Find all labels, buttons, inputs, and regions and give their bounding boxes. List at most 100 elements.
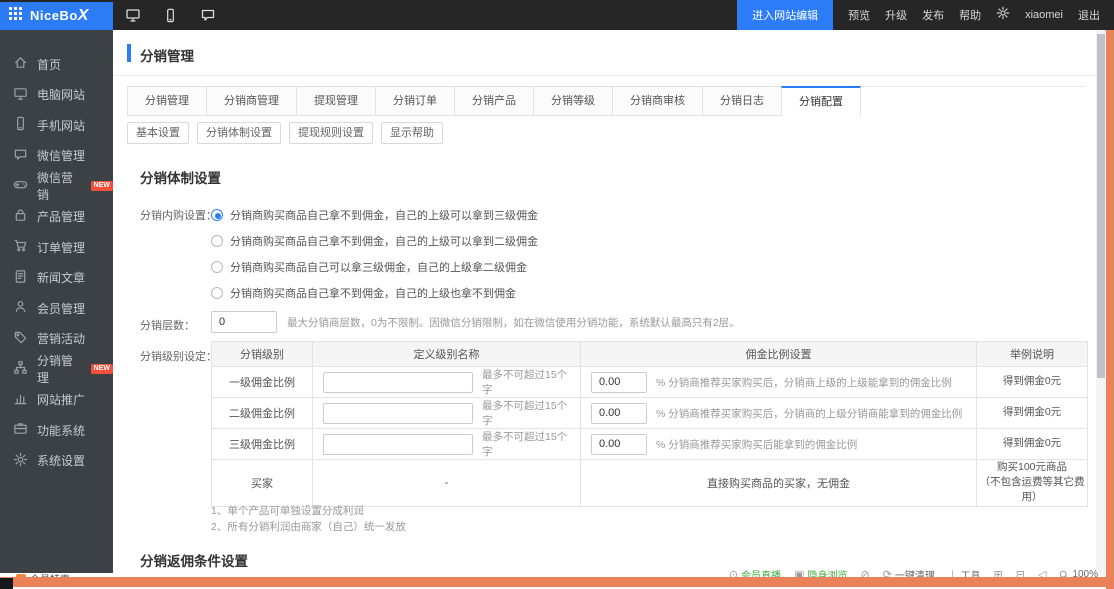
logout-link[interactable]: 退出 — [1078, 7, 1100, 23]
chat-bubble-icon — [13, 147, 28, 165]
tab-distribution[interactable]: 分销管理 — [127, 86, 207, 116]
sidebar-item-label: 产品管理 — [37, 208, 85, 225]
publish-link[interactable]: 发布 — [922, 7, 944, 23]
level-name-input-2[interactable] — [323, 403, 473, 424]
sidebar-item-marketing-activities[interactable]: 营销活动 — [0, 324, 113, 355]
sidebar-item-member-management[interactable]: 会员管理 — [0, 293, 113, 324]
buyer-example-cell: 购买100元商品 （不包含运费等其它费用） — [977, 460, 1088, 507]
sidebar-item-system-settings[interactable]: 系统设置 — [0, 446, 113, 477]
name-hint: 最多不可超过15个字 — [482, 367, 570, 397]
frame-right-strip — [1106, 0, 1114, 589]
level-name-input-1[interactable] — [323, 372, 473, 393]
main-content: 分销管理 分销管理 分销商管理 提现管理 分销订单 分销产品 分销等级 分销商审… — [113, 30, 1096, 576]
radio-icon — [211, 209, 223, 221]
preview-link[interactable]: 预览 — [848, 7, 870, 23]
sidebar-item-label: 订单管理 — [37, 239, 85, 256]
sidebar-item-distribution-management[interactable]: 分销管理 NEW — [0, 354, 113, 385]
layer-count-input[interactable] — [211, 311, 277, 333]
rate-input-3[interactable] — [591, 434, 647, 455]
sidebar-item-product-management[interactable]: 产品管理 — [0, 202, 113, 233]
basic-settings-button[interactable]: 基本设置 — [127, 122, 189, 144]
buyer-example-line2: （不包含运费等其它费用） — [977, 475, 1087, 505]
sidebar-item-label: 系统设置 — [37, 452, 85, 469]
sidebar-item-news-articles[interactable]: 新闻文章 — [0, 263, 113, 294]
bar-chart-icon — [13, 391, 28, 409]
title-accent-bar — [127, 44, 131, 62]
upgrade-link[interactable]: 升级 — [885, 7, 907, 23]
rate-input-2[interactable] — [591, 403, 647, 424]
show-help-button[interactable]: 显示帮助 — [381, 122, 443, 144]
message-icon[interactable] — [200, 7, 216, 23]
layers-hint: 最大分销商层数，0为不限制。因微信分销限制，如在微信使用分销功能，系统默认最高只… — [287, 315, 740, 330]
radio-option-1[interactable]: 分销商购买商品自己拿不到佣金，自己的上级可以拿到三级佣金 — [211, 202, 538, 228]
sidebar-item-mobile-site[interactable]: 手机网站 — [0, 110, 113, 141]
tab-logs[interactable]: 分销日志 — [702, 86, 782, 116]
sidebar-item-pc-site[interactable]: 电脑网站 — [0, 80, 113, 111]
level-cell: 三级佣金比例 — [212, 429, 313, 460]
purchase-radio-group: 分销商购买商品自己拿不到佣金，自己的上级可以拿到三级佣金 分销商购买商品自己拿不… — [211, 202, 538, 306]
sidebar-item-site-promotion[interactable]: 网站推广 — [0, 385, 113, 416]
vertical-scrollbar[interactable] — [1096, 30, 1106, 576]
tab-levels[interactable]: 分销等级 — [533, 86, 613, 116]
radio-option-2[interactable]: 分销商购买商品自己拿不到佣金，自己的上级可以拿到二级佣金 — [211, 228, 538, 254]
sidebar-item-label: 网站推广 — [37, 391, 85, 408]
enter-site-editor-button[interactable]: 进入网站编辑 — [737, 0, 833, 30]
apps-grid-icon[interactable] — [9, 7, 22, 25]
rate-desc: % 分销商推荐买家购买后能拿到的佣金比例 — [656, 437, 857, 452]
withdraw-rules-button[interactable]: 提现规则设置 — [289, 122, 373, 144]
sidebar-item-home[interactable]: 首页 — [0, 49, 113, 80]
help-link[interactable]: 帮助 — [959, 7, 981, 23]
rate-desc: % 分销商推荐买家购买后，分销商上级的上级能拿到的佣金比例 — [656, 375, 952, 390]
desktop-site-icon[interactable] — [125, 7, 141, 23]
rate-input-1[interactable] — [591, 372, 647, 393]
topbar-right: 进入网站编辑 预览 升级 发布 帮助 xiaomei 退出 — [737, 0, 1100, 30]
radio-option-3[interactable]: 分销商购买商品自己可以拿三级佣金，自己的上级拿二级佣金 — [211, 254, 538, 280]
new-badge: NEW — [91, 364, 113, 374]
radio-label: 分销商购买商品自己拿不到佣金，自己的上级也拿不到佣金 — [230, 285, 516, 301]
logo: NiceBoX — [30, 7, 89, 25]
gamepad-icon — [13, 177, 28, 195]
tab-distributors[interactable]: 分销商管理 — [206, 86, 297, 116]
scrollbar-thumb[interactable] — [1097, 34, 1105, 378]
table-row: 一级佣金比例 最多不可超过15个字 % 分销商推荐买家购买后，分销商上级的上级能… — [212, 367, 1088, 398]
notes: 1、单个产品可单独设置分成利润 2、所有分销利润由商家（自己）统一发放 — [211, 503, 406, 535]
tab-withdrawals[interactable]: 提现管理 — [296, 86, 376, 116]
mobile-site-icon[interactable] — [163, 8, 178, 23]
distribution-system-settings-button[interactable]: 分销体制设置 — [197, 122, 281, 144]
sub-button-bar: 基本设置 分销体制设置 提现规则设置 显示帮助 — [127, 122, 443, 144]
level-name-input-3[interactable] — [323, 434, 473, 455]
tab-orders[interactable]: 分销订单 — [375, 86, 455, 116]
rate-desc: % 分销商推荐买家购买后，分销商的上级分销商能拿到的佣金比例 — [656, 406, 962, 421]
tab-config[interactable]: 分销配置 — [781, 86, 861, 116]
radio-label: 分销商购买商品自己可以拿三级佣金，自己的上级拿二级佣金 — [230, 259, 527, 275]
sidebar-item-label: 手机网站 — [37, 117, 85, 134]
sidebar-item-label: 新闻文章 — [37, 269, 85, 286]
screen: NiceBoX 进入网站编辑 预览 升级 发布 帮助 xiaomei 退出 首页… — [0, 0, 1114, 589]
sidebar-item-label: 电脑网站 — [37, 86, 85, 103]
purchase-setting-label: 分销内购设置： — [140, 207, 217, 223]
tab-distributor-review[interactable]: 分销商审核 — [612, 86, 703, 116]
section-heading-system: 分销体制设置 — [140, 167, 221, 187]
example-cell: 得到佣金0元 — [977, 429, 1088, 460]
tab-bar: 分销管理 分销商管理 提现管理 分销订单 分销产品 分销等级 分销商审核 分销日… — [127, 86, 861, 116]
buyer-example-line1: 购买100元商品 — [977, 460, 1087, 475]
sidebar-item-order-management[interactable]: 订单管理 — [0, 232, 113, 263]
logo-block[interactable]: NiceBoX — [0, 2, 113, 30]
level-cell: 买家 — [212, 460, 313, 507]
sidebar-item-function-system[interactable]: 功能系统 — [0, 415, 113, 446]
username[interactable]: xiaomei — [1025, 9, 1063, 21]
radio-option-4[interactable]: 分销商购买商品自己拿不到佣金，自己的上级也拿不到佣金 — [211, 280, 538, 306]
org-tree-icon — [13, 360, 28, 378]
sidebar-item-label: 分销管理 — [37, 352, 82, 386]
document-icon — [13, 269, 28, 287]
level-cell: 一级佣金比例 — [212, 367, 313, 398]
sidebar-item-wechat-management[interactable]: 微信管理 — [0, 141, 113, 172]
sidebar-item-label: 功能系统 — [37, 422, 85, 439]
settings-gear-icon[interactable] — [996, 6, 1010, 25]
tag-icon — [13, 330, 28, 348]
name-hint: 最多不可超过15个字 — [482, 398, 570, 428]
tab-products[interactable]: 分销产品 — [454, 86, 534, 116]
cart-icon — [13, 238, 28, 256]
sidebar-item-wechat-marketing[interactable]: 微信营销 NEW — [0, 171, 113, 202]
sidebar-item-label: 微信营销 — [37, 169, 82, 203]
